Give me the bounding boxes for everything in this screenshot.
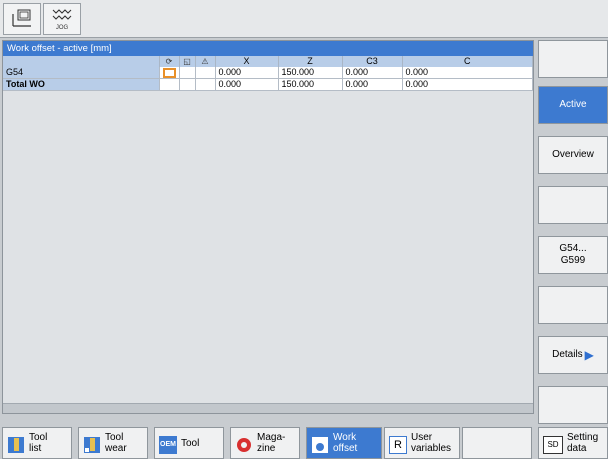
table-row[interactable]: G54 0.000 150.000 0.000 0.000 [3,67,533,79]
arrow-right-icon: ▶ [584,348,594,362]
column-header: C [402,56,533,67]
softkey-v6[interactable] [538,286,608,324]
softkey-label: Work [333,432,357,443]
tool-wear-icon [84,437,100,453]
softkey-label: Tool [181,438,200,449]
flag-cell [195,78,216,91]
softkey-label: G54... G599 [559,243,587,266]
cursor-box[interactable] [162,67,176,78]
value-cell[interactable]: 150.000 [278,67,343,79]
mirror-header-icon: ⚠ [195,56,216,67]
row-label[interactable]: G54 [3,67,160,79]
softkey-empty[interactable] [462,427,532,459]
softkey-active[interactable]: Active [538,86,608,124]
flag-cell [159,78,180,91]
header-label [3,56,160,67]
value-cell: 0.000 [402,78,533,91]
work-offset-table: ⟳ ◱ ⚠ X Z C3 C G54 0.000 150.000 0.000 0… [3,56,533,91]
softkey-label: Active [559,99,587,110]
flag-cell[interactable] [195,67,216,79]
softkey-v1[interactable] [538,40,608,78]
softkey-tool-list[interactable]: Tool list [2,427,72,459]
softkey-work-offset[interactable]: Work offset [306,427,382,459]
softkey-g54-g599[interactable]: G54... G599 [538,236,608,274]
softkey-label: User [411,432,433,443]
softkey-user-variables[interactable]: R User variables [384,427,460,459]
status-strip [3,403,533,413]
softkey-label: Details [552,349,583,360]
softkey-v4[interactable] [538,186,608,224]
softkey-label: wear [105,443,127,454]
value-cell: 150.000 [278,78,343,91]
softkey-label: Setting [567,432,599,443]
softkey-tool-wear[interactable]: Tool wear [78,427,148,459]
value-cell[interactable]: 0.000 [402,67,533,79]
flag-cell [179,78,196,91]
table-row[interactable]: Total WO 0.000 150.000 0.000 0.000 [3,78,533,91]
r-parameter-icon: R [389,436,407,454]
jog-icon[interactable]: JOG [43,3,81,35]
flag-cell[interactable] [179,67,196,79]
work-offset-panel: Work offset - active [mm] ⟳ ◱ ⚠ X Z C3 C… [2,40,534,414]
top-toolbar: JOG [0,0,608,38]
work-offset-icon [312,437,328,453]
softkey-label: list [29,443,42,454]
table-header-row: ⟳ ◱ ⚠ X Z C3 C [3,56,533,67]
setting-data-icon: SD [543,436,563,454]
softkey-label: Overview [552,149,594,160]
value-cell[interactable]: 0.000 [342,67,403,79]
column-header: X [215,56,279,67]
softkey-label: Maga- [257,432,286,443]
softkey-label: Tool [29,432,48,443]
rotation-header-icon: ⟳ [159,56,180,67]
scale-header-icon: ◱ [179,56,196,67]
column-header: Z [278,56,343,67]
softkey-label: offset [333,443,358,454]
softkey-setting-data[interactable]: SD Setting data [538,427,608,459]
value-cell: 0.000 [342,78,403,91]
softkey-magazine[interactable]: Maga-zine [230,427,300,459]
row-label[interactable]: Total WO [3,78,160,91]
softkey-overview[interactable]: Overview [538,136,608,174]
softkey-label: variables [411,443,452,454]
softkey-oem-tool[interactable]: OEM Tool [154,427,224,459]
value-cell: 0.000 [215,78,279,91]
oem-icon: OEM [159,436,177,454]
column-header: C3 [342,56,403,67]
edit-cell[interactable] [159,67,180,79]
magazine-icon [237,438,251,452]
softkey-label: zine [257,443,276,454]
jog-label: JOG [56,25,69,31]
softkey-label: Tool [105,432,124,443]
panel-title: Work offset - active [mm] [3,41,533,56]
softkey-label: data [567,443,587,454]
machine-icon[interactable] [3,3,41,35]
softkey-v8[interactable] [538,386,608,424]
tool-list-icon [8,437,24,453]
softkey-details[interactable]: Details ▶ [538,336,608,374]
value-cell[interactable]: 0.000 [215,67,279,79]
